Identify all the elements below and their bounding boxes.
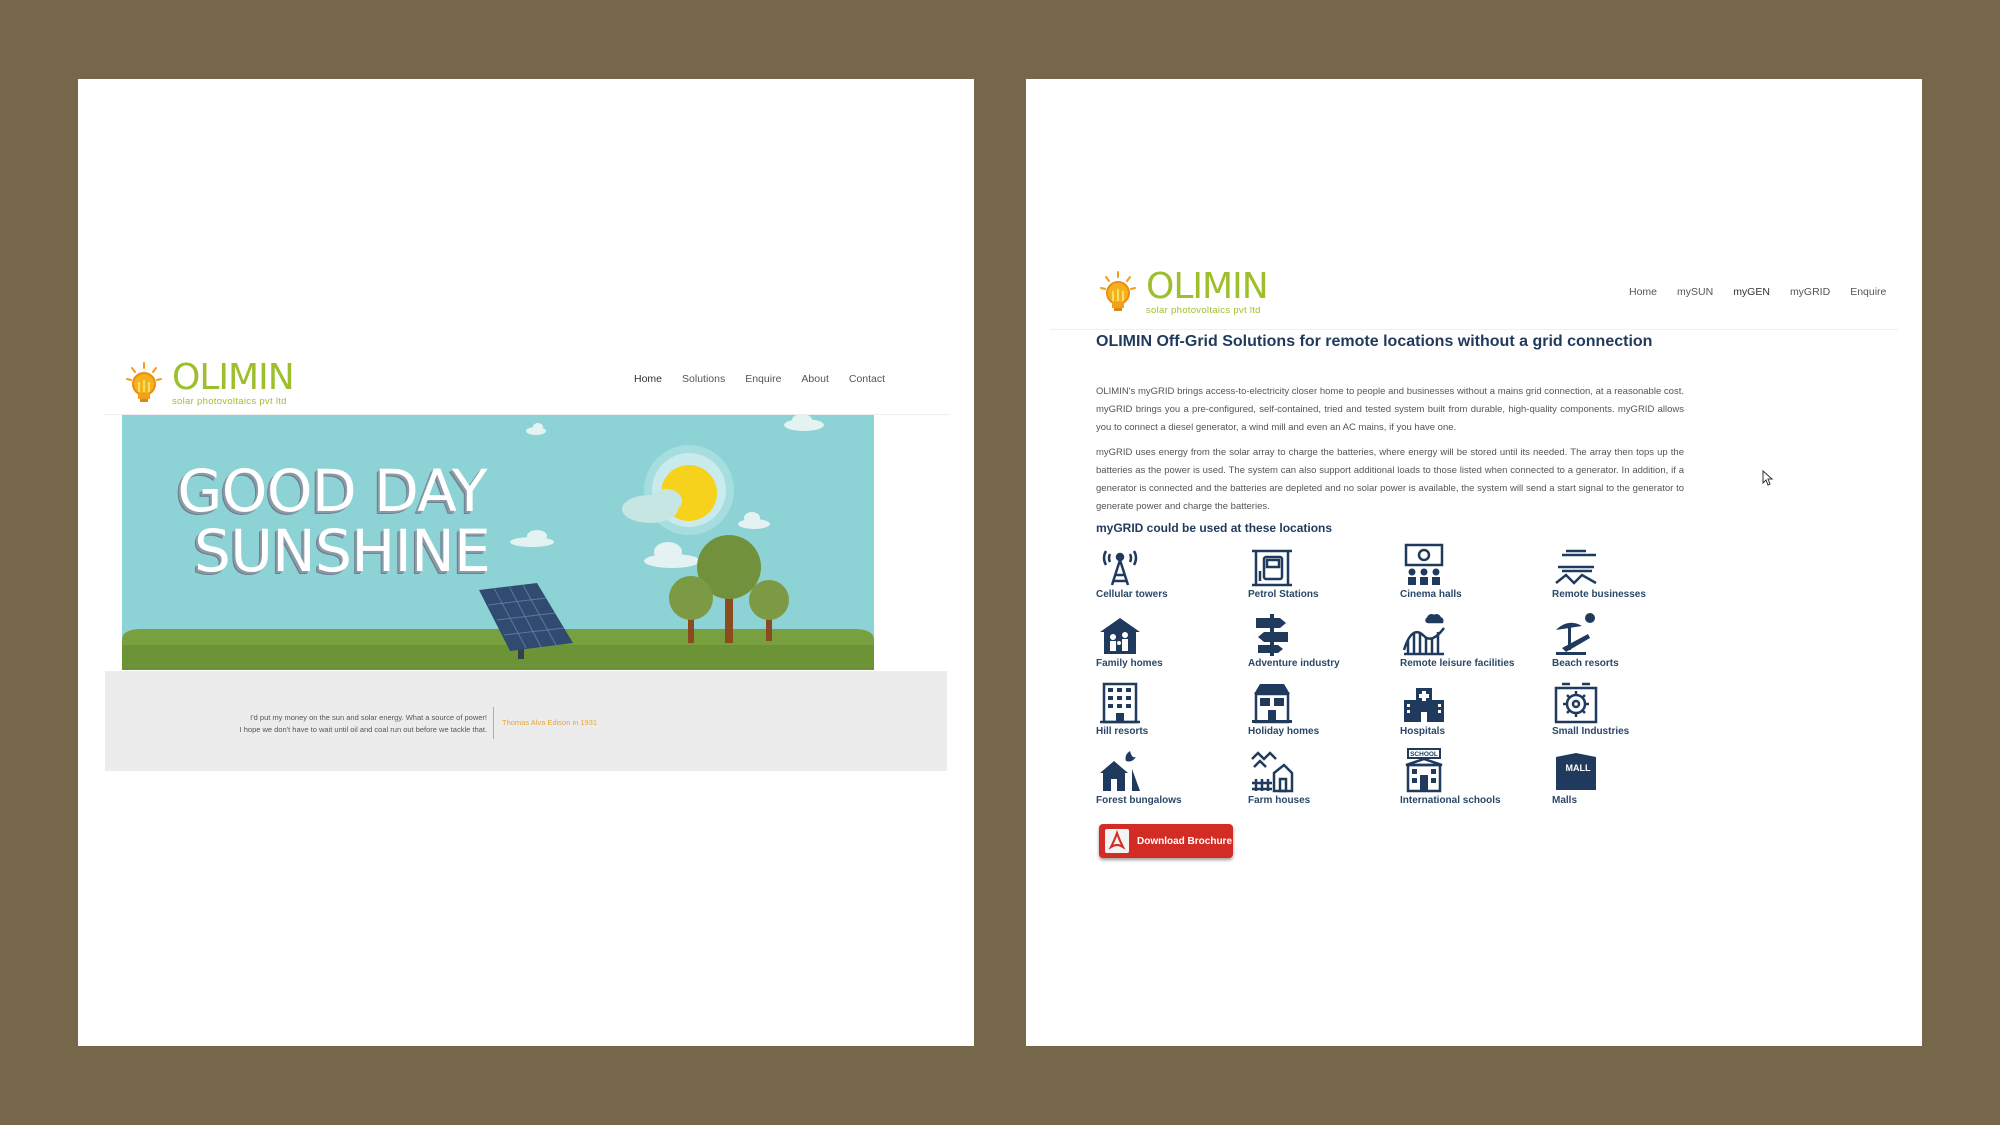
quote-section: I'd put my money on the sun and solar en… — [105, 671, 947, 771]
main-nav: Home Solutions Enquire About Contact — [634, 373, 885, 385]
nav-mygen[interactable]: myGEN — [1733, 286, 1770, 298]
location-item: Remote businesses — [1552, 541, 1704, 610]
location-label: Holiday homes — [1248, 726, 1320, 737]
petrol-station-icon — [1252, 549, 1292, 587]
download-brochure-button[interactable]: Download Brochure — [1099, 824, 1233, 858]
intro-paragraph: OLIMIN's myGRID brings access-to-electri… — [1096, 386, 1684, 433]
location-label: Malls — [1552, 794, 1578, 806]
location-item: Small Industries — [1552, 678, 1704, 747]
nav-mysun[interactable]: mySUN — [1677, 286, 1713, 298]
logo[interactable]: OLIMIN solar photovoltaics pvt ltd — [122, 357, 295, 408]
location-label: Hill resorts — [1096, 726, 1149, 737]
nav-home[interactable]: Home — [634, 373, 662, 385]
nav-mygrid[interactable]: myGRID — [1790, 286, 1830, 298]
location-item: Holiday homes — [1248, 678, 1400, 747]
industry-gear-icon — [1554, 682, 1598, 724]
quote-text: I'd put my money on the sun and solar en… — [240, 712, 487, 736]
location-label: International schools — [1400, 794, 1501, 806]
hero-title-line2: SUNSHINE — [194, 517, 491, 585]
nav-home[interactable]: Home — [1629, 286, 1657, 298]
school-icon: SCHOOL — [1405, 747, 1443, 792]
location-label: Petrol Stations — [1248, 589, 1319, 600]
location-label: Cellular towers — [1096, 589, 1168, 600]
hospital-icon — [1404, 688, 1444, 722]
quote-line1: I'd put my money on the sun and solar en… — [250, 713, 487, 722]
hero-title: GOOD DAY SUNSHINE — [174, 461, 490, 581]
header-divider — [1050, 329, 1898, 330]
quote-divider — [493, 707, 494, 739]
school-sign-text: SCHOOL — [1410, 751, 1438, 758]
location-item: Beach resorts — [1552, 610, 1704, 679]
holiday-home-icon — [1252, 684, 1292, 724]
location-label: Remote leisure facilities — [1400, 657, 1515, 669]
tower-icon — [1102, 550, 1138, 586]
nav-about[interactable]: About — [801, 373, 828, 385]
quote-author: Thomas Alva Edison in 1931 — [502, 718, 598, 727]
lightbulb-icon — [126, 362, 162, 402]
location-item: Cellular towers — [1096, 541, 1248, 610]
location-item: Family homes — [1096, 610, 1248, 679]
location-label: Cinema halls — [1400, 589, 1462, 600]
location-item: SCHOOL International schools — [1400, 747, 1552, 816]
description-paragraph: myGRID uses energy from the solar array … — [1096, 447, 1684, 512]
location-label: Forest bungalows — [1096, 794, 1182, 806]
location-item: Remote leisure facilities — [1400, 610, 1552, 679]
location-label: Beach resorts — [1552, 657, 1619, 669]
logo-wordmark: OLIMIN — [172, 357, 295, 398]
location-item: Petrol Stations — [1248, 541, 1400, 610]
pdf-icon — [1105, 829, 1129, 853]
main-nav: Home mySUN myGEN myGRID Enquire — [1629, 286, 1886, 298]
homepage-screenshot: OLIMIN solar photovoltaics pvt ltd Home … — [78, 79, 974, 1046]
hero-title-line1: GOOD DAY — [177, 457, 487, 525]
mall-icon: MALL — [1556, 752, 1596, 790]
page-title: OLIMIN Off-Grid Solutions for remote loc… — [1096, 333, 1653, 350]
nav-solutions[interactable]: Solutions — [682, 373, 725, 385]
locations-heading: myGRID could be used at these locations — [1096, 521, 1333, 535]
location-item: MALL Malls — [1552, 747, 1704, 816]
cinema-icon — [1404, 543, 1444, 585]
location-item: Hospitals — [1400, 678, 1552, 747]
location-label: Remote businesses — [1552, 589, 1646, 600]
mygrid-page-screenshot: OLIMIN solar photovoltaics pvt ltd Home … — [1026, 79, 1922, 1046]
nav-contact[interactable]: Contact — [849, 373, 885, 385]
mouse-cursor-icon — [1762, 470, 1774, 486]
location-label: Adventure industry — [1248, 657, 1340, 669]
mall-sign-text: MALL — [1566, 763, 1591, 773]
logo-wordmark: OLIMIN — [1146, 266, 1269, 307]
nav-enquire[interactable]: Enquire — [1850, 286, 1886, 298]
hero-banner: GOOD DAY SUNSHINE — [122, 415, 874, 670]
beach-icon — [1556, 612, 1595, 655]
lightbulb-icon — [1100, 271, 1136, 311]
location-label: Small Industries — [1552, 726, 1630, 737]
leisure-icon — [1402, 613, 1445, 655]
location-label: Hospitals — [1400, 726, 1446, 737]
logo[interactable]: OLIMIN solar photovoltaics pvt ltd — [1096, 266, 1269, 317]
location-item: Hill resorts — [1096, 678, 1248, 747]
remote-business-icon — [1555, 549, 1597, 585]
location-item: Cinema halls — [1400, 541, 1552, 610]
farm-house-icon — [1251, 750, 1294, 792]
logo-tagline: solar photovoltaics pvt ltd — [1146, 305, 1261, 316]
logo-tagline: solar photovoltaics pvt ltd — [172, 396, 287, 407]
locations-grid: Cellular towers Petrol Stations Cinema h… — [1096, 541, 1704, 815]
location-item: Farm houses — [1248, 747, 1400, 816]
location-label: Farm houses — [1248, 794, 1311, 806]
location-item: Forest bungalows — [1096, 747, 1248, 816]
location-item: Adventure industry — [1248, 610, 1400, 679]
location-label: Family homes — [1096, 657, 1163, 669]
bungalow-icon — [1100, 750, 1140, 791]
quote-line2: I hope we don't have to wait until oil a… — [239, 725, 487, 734]
signpost-icon — [1256, 613, 1288, 656]
download-brochure-label: Download Brochure — [1137, 835, 1233, 847]
hotel-icon — [1100, 682, 1140, 724]
family-home-icon — [1100, 617, 1140, 654]
nav-enquire[interactable]: Enquire — [745, 373, 781, 385]
